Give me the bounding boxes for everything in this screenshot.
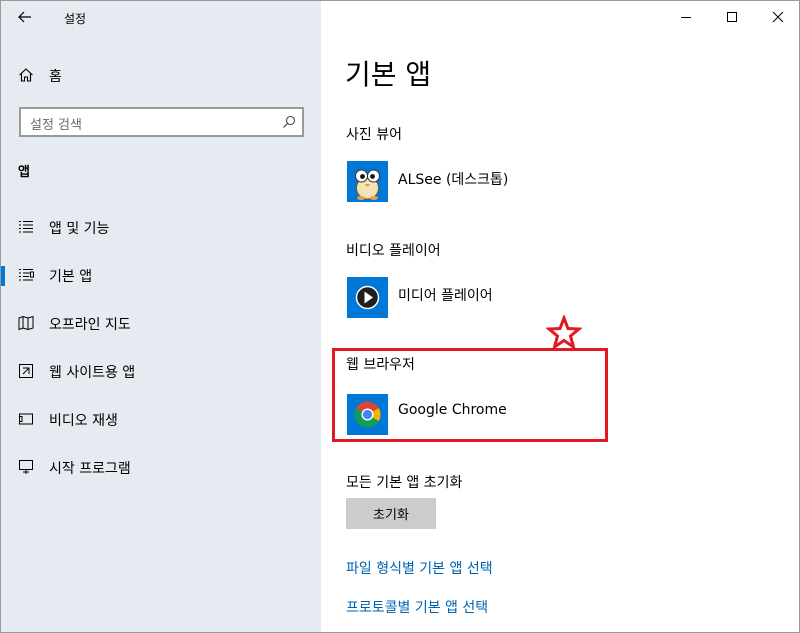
choose-by-file-type-link[interactable]: 파일 형식별 기본 앱 선택 xyxy=(346,558,493,578)
reset-button[interactable]: 초기화 xyxy=(346,498,436,529)
default-apps-icon xyxy=(19,268,34,281)
window-title: 설정 xyxy=(64,12,87,26)
sidebar-item-apps-features[interactable]: 앱 및 기능 xyxy=(1,204,321,252)
maximize-icon xyxy=(727,12,737,22)
startup-icon xyxy=(19,460,33,474)
sidebar-nav: 앱 및 기능 기본 앱 오프라인 지도 웹 사이트용 앱 비디오 재생 시작 프… xyxy=(1,204,321,492)
sidebar-item-apps-for-websites[interactable]: 웹 사이트용 앱 xyxy=(1,348,321,396)
close-icon xyxy=(772,11,784,23)
highlight-box xyxy=(332,348,608,442)
maximize-button[interactable] xyxy=(709,1,755,33)
search-placeholder: 설정 검색 xyxy=(30,118,82,133)
search-input[interactable]: 설정 검색 xyxy=(19,107,304,137)
sidebar-item-video-playback[interactable]: 비디오 재생 xyxy=(1,396,321,444)
category-label-video-player: 비디오 플레이어 xyxy=(346,243,441,259)
star-icon xyxy=(546,315,582,351)
search-icon[interactable] xyxy=(282,115,296,129)
app-name: 미디어 플레이어 xyxy=(398,288,493,304)
sidebar-item-default-apps[interactable]: 기본 앱 xyxy=(1,252,321,300)
sidebar-item-label: 시작 프로그램 xyxy=(49,461,131,477)
home-label: 홈 xyxy=(49,69,62,85)
title-bar-left: 설정 xyxy=(1,1,321,33)
close-button[interactable] xyxy=(755,1,799,33)
sidebar-item-label: 비디오 재생 xyxy=(49,413,118,429)
page-title: 기본 앱 xyxy=(345,58,432,91)
selection-indicator xyxy=(1,266,5,286)
apps-features-icon xyxy=(19,220,33,233)
sidebar-item-label: 오프라인 지도 xyxy=(49,317,131,333)
default-app-video-player[interactable]: 미디어 플레이어 xyxy=(347,277,647,319)
back-button[interactable] xyxy=(11,4,39,30)
sidebar: 설정 홈 설정 검색 앱 앱 및 기능 기본 앱 오프라인 지도 웹 사이트용 … xyxy=(1,1,321,632)
home-icon xyxy=(19,68,33,82)
reset-label: 모든 기본 앱 초기화 xyxy=(346,475,463,491)
media-player-app-icon xyxy=(347,277,388,318)
offline-maps-icon xyxy=(18,315,34,331)
back-arrow-icon xyxy=(18,11,31,23)
apps-for-websites-icon xyxy=(19,364,33,378)
sidebar-item-label: 기본 앱 xyxy=(49,269,93,285)
category-label-photo-viewer: 사진 뷰어 xyxy=(346,127,402,143)
sidebar-item-label: 웹 사이트용 앱 xyxy=(49,365,136,381)
minimize-button[interactable] xyxy=(663,1,709,33)
section-title: 앱 xyxy=(18,165,30,180)
sidebar-item-offline-maps[interactable]: 오프라인 지도 xyxy=(1,300,321,348)
alsee-app-icon xyxy=(347,161,388,202)
minimize-icon xyxy=(681,17,691,18)
sidebar-item-label: 앱 및 기능 xyxy=(49,221,110,237)
settings-window: 설정 홈 설정 검색 앱 앱 및 기능 기본 앱 오프라인 지도 웹 사이트용 … xyxy=(0,0,800,633)
video-playback-icon xyxy=(19,413,33,425)
choose-by-protocol-link[interactable]: 프로토콜별 기본 앱 선택 xyxy=(346,597,488,617)
home-nav-item[interactable]: 홈 xyxy=(1,57,321,93)
default-app-photo-viewer[interactable]: ALSee (데스크톱) xyxy=(347,161,647,203)
app-name: ALSee (데스크톱) xyxy=(398,172,509,188)
sidebar-item-startup[interactable]: 시작 프로그램 xyxy=(1,444,321,492)
